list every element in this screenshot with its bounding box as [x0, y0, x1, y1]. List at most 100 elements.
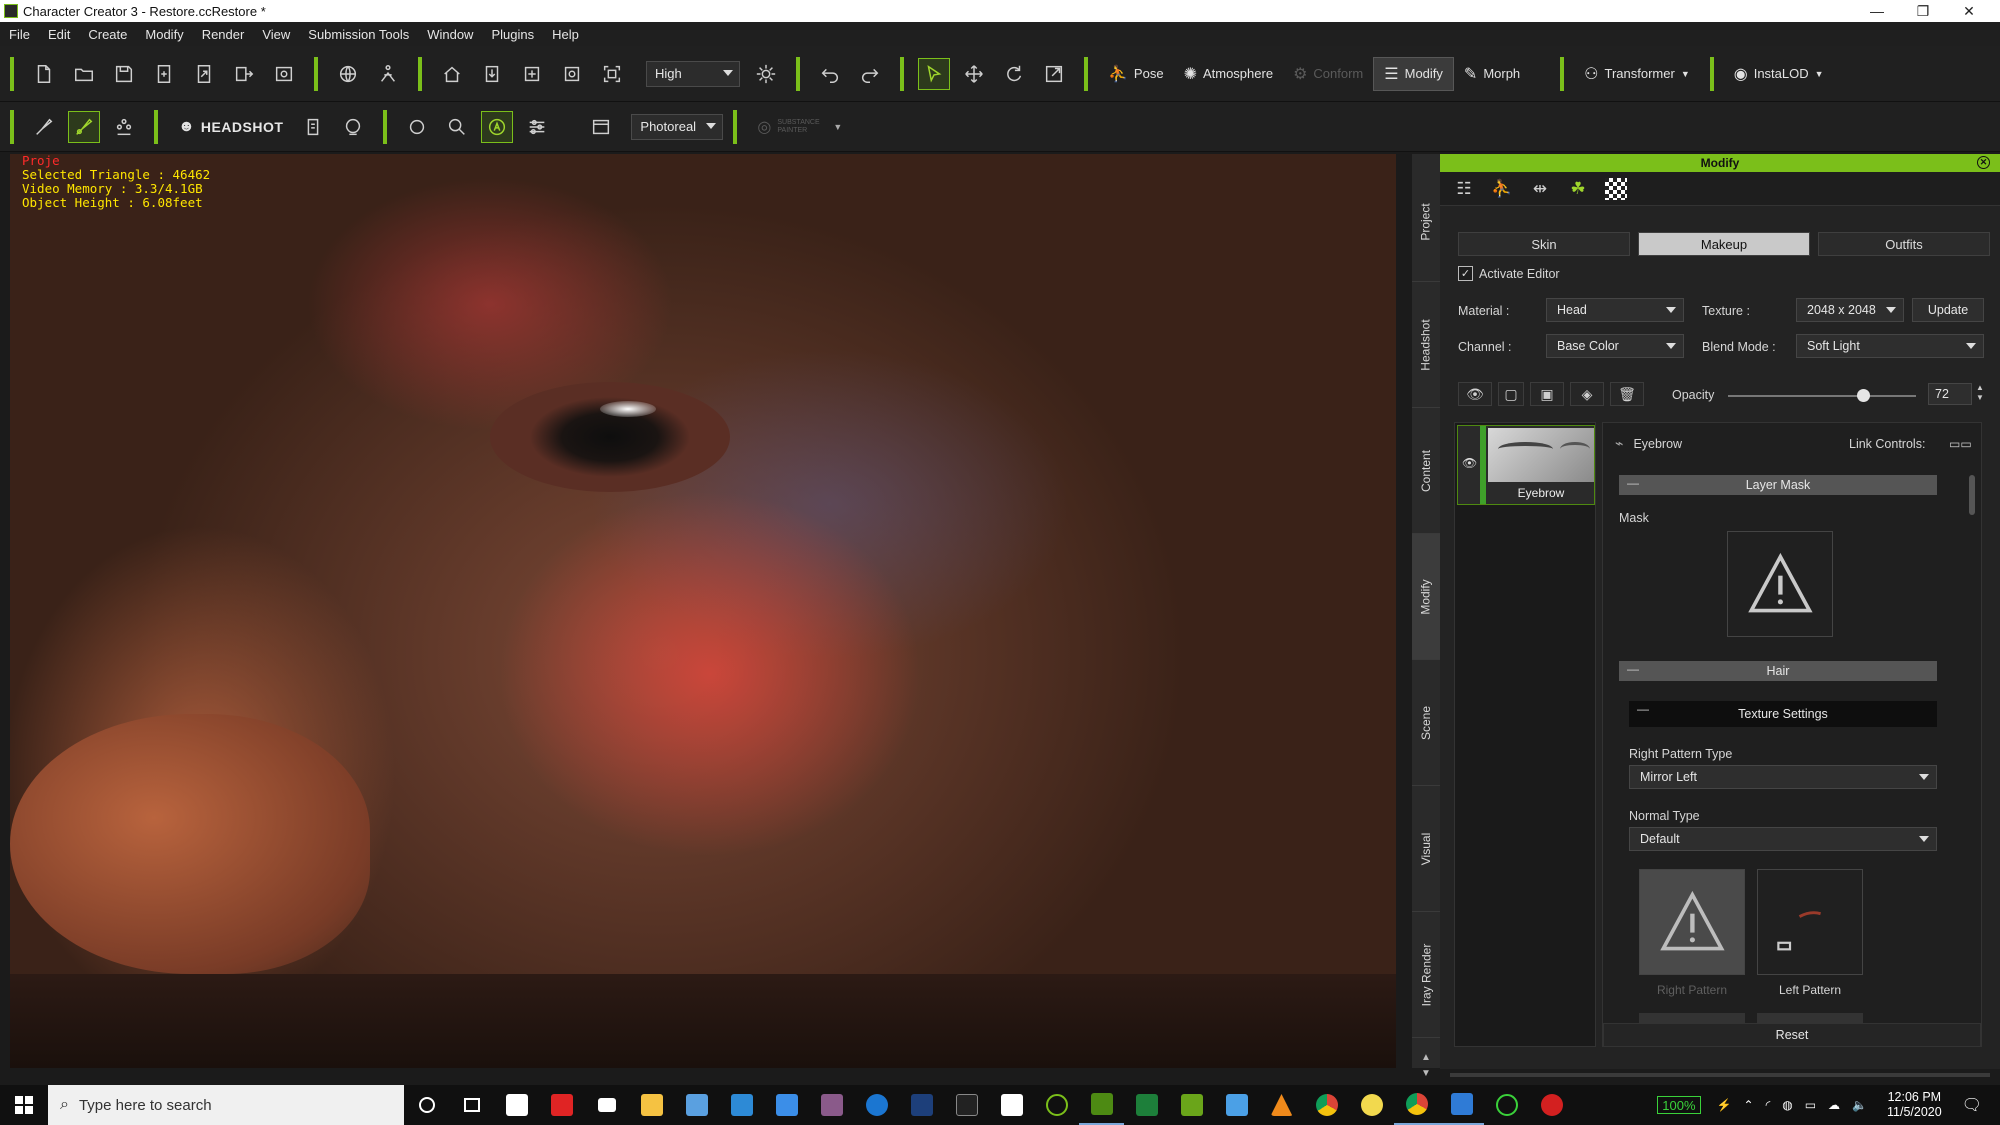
render-preview-icon[interactable] [268, 58, 300, 90]
tab-iray-render[interactable]: Iray Render [1412, 912, 1440, 1038]
network-icon[interactable]: ◍ [1782, 1098, 1792, 1112]
epic-games-icon[interactable] [944, 1085, 989, 1125]
remote-desktop-icon[interactable] [719, 1085, 764, 1125]
move-icon[interactable] [958, 58, 990, 90]
layer-visibility-eye-icon[interactable]: 👁 [1458, 382, 1492, 406]
calculator-icon[interactable] [674, 1085, 719, 1125]
zoom-magnifier-icon[interactable] [441, 111, 473, 143]
undo-icon[interactable] [814, 58, 846, 90]
menu-help[interactable]: Help [543, 27, 588, 42]
select-arrow-icon[interactable] [918, 57, 950, 90]
sphere-icon[interactable] [401, 111, 433, 143]
normal-type-dropdown[interactable]: Default [1629, 827, 1937, 851]
import-icon[interactable] [148, 58, 180, 90]
tab-content[interactable]: Content [1412, 408, 1440, 534]
menu-render[interactable]: Render [193, 27, 254, 42]
send-icon[interactable] [228, 58, 260, 90]
home-icon[interactable] [436, 58, 468, 90]
material-dropdown[interactable]: Head [1546, 298, 1684, 322]
layer-stack-icon[interactable]: ◈ [1570, 382, 1604, 406]
adjust-icon[interactable]: ⇹ [1524, 175, 1556, 203]
chrome-icon[interactable] [1304, 1085, 1349, 1125]
tab-project[interactable]: Project [1412, 162, 1440, 282]
layer-mask-section[interactable]: — Layer Mask [1619, 475, 1937, 495]
opacity-value-input[interactable]: 72 [1928, 383, 1972, 405]
battery-indicator[interactable]: 100% [1657, 1096, 1701, 1114]
zoom-extent-icon[interactable] [596, 58, 628, 90]
red-app-icon[interactable] [539, 1085, 584, 1125]
clock[interactable]: 12:06 PM 11/5/2020 [1887, 1090, 1942, 1120]
texture-settings-section[interactable]: — Texture Settings [1629, 701, 1937, 727]
left-pattern-strength-bar[interactable] [1757, 1013, 1863, 1023]
skin-paint-icon[interactable] [68, 110, 100, 143]
instalod-button[interactable]: ◉ InstaLOD ▼ [1724, 57, 1834, 91]
opacity-spinner[interactable]: ▲ ▼ [1976, 383, 1984, 403]
update-button[interactable]: Update [1912, 298, 1984, 322]
start-button[interactable] [0, 1085, 48, 1125]
sliders-icon[interactable]: ☷ [1448, 175, 1480, 203]
redo-icon[interactable] [854, 58, 886, 90]
menu-submission-tools[interactable]: Submission Tools [299, 27, 418, 42]
morph-button[interactable]: ✎ Morph [1454, 57, 1530, 91]
cortana-icon[interactable] [404, 1085, 449, 1125]
vlc-icon[interactable] [1259, 1085, 1304, 1125]
opacity-slider-track[interactable] [1728, 395, 1916, 397]
cloud-icon[interactable]: ☁ [1828, 1098, 1840, 1112]
restore-button[interactable]: ❐ [1900, 0, 1946, 22]
globe-icon[interactable] [332, 58, 364, 90]
panel-toggle-icon[interactable] [585, 111, 617, 143]
menu-modify[interactable]: Modify [136, 27, 192, 42]
scroll-up-arrow-icon[interactable]: ▲ [1412, 1050, 1440, 1064]
activity-monitor-icon[interactable] [1484, 1085, 1529, 1125]
quality-dropdown[interactable]: High [646, 60, 740, 87]
export-icon[interactable] [188, 58, 220, 90]
visual-studio-icon[interactable] [899, 1085, 944, 1125]
yellow-app-icon[interactable] [1349, 1085, 1394, 1125]
transformer-button[interactable]: ⚇ Transformer ▼ [1574, 57, 1700, 91]
taskbar-search[interactable]: ⌕ Type here to search [48, 1085, 404, 1125]
mask-slot[interactable] [1727, 531, 1833, 637]
rotate-icon[interactable] [998, 58, 1030, 90]
xgen-app-icon[interactable] [1124, 1085, 1169, 1125]
hair-section[interactable]: — Hair [1619, 661, 1937, 681]
close-window-button[interactable]: ✕ [1946, 0, 1992, 22]
photoshop-icon[interactable] [854, 1085, 899, 1125]
image-viewer-icon[interactable] [1439, 1085, 1484, 1125]
menu-window[interactable]: Window [418, 27, 482, 42]
right-pattern-slot[interactable] [1639, 869, 1745, 975]
close-icon[interactable]: ✕ [1977, 156, 1990, 169]
light-icon[interactable] [750, 58, 782, 90]
channel-dropdown[interactable]: Base Color [1546, 334, 1684, 358]
wifi-icon[interactable]: ◜ [1766, 1098, 1771, 1112]
menu-create[interactable]: Create [79, 27, 136, 42]
texture-icon[interactable] [1600, 175, 1632, 203]
new-layer-icon[interactable]: ▢ [1498, 382, 1524, 406]
scale-icon[interactable] [1038, 58, 1070, 90]
conform-button[interactable]: ⚙ Conform [1283, 57, 1373, 91]
panel-horizontal-scrollbar[interactable] [1450, 1073, 1990, 1077]
brush-icon[interactable] [28, 111, 60, 143]
head-mesh-icon[interactable] [337, 111, 369, 143]
skin-editor-icon[interactable]: ☘ [1562, 175, 1594, 203]
modify-button[interactable]: ☰ Modify [1373, 56, 1454, 91]
fit-view-icon[interactable] [516, 58, 548, 90]
menu-edit[interactable]: Edit [39, 27, 79, 42]
iclone-icon[interactable] [1169, 1085, 1214, 1125]
left-pattern-slot[interactable] [1757, 869, 1863, 975]
chrome-running-icon[interactable] [1394, 1085, 1439, 1125]
eye-icon[interactable]: 👁 [1462, 456, 1477, 470]
activate-editor-checkbox[interactable]: ✓ [1458, 266, 1473, 281]
pose-button[interactable]: ⛹ Pose [1098, 57, 1174, 91]
3d-viewport[interactable]: Proje Selected Triangle : 46462 Video Me… [10, 154, 1396, 1068]
open-folder-icon[interactable] [68, 58, 100, 90]
auto-icon[interactable] [481, 110, 514, 143]
headshot-button[interactable]: ☻ HEADSHOT [168, 110, 293, 144]
plug-icon[interactable]: ⚡ [1717, 1098, 1732, 1112]
tray-chevron-up-icon[interactable]: ⌃ [1744, 1098, 1754, 1112]
delete-layer-icon[interactable]: 🗑 [1610, 382, 1644, 406]
tab-scene[interactable]: Scene [1412, 660, 1440, 786]
opacity-slider-thumb[interactable] [1857, 389, 1871, 402]
reset-button[interactable]: Reset [1603, 1023, 1981, 1046]
detail-scrollbar[interactable] [1969, 475, 1975, 515]
menu-view[interactable]: View [253, 27, 299, 42]
